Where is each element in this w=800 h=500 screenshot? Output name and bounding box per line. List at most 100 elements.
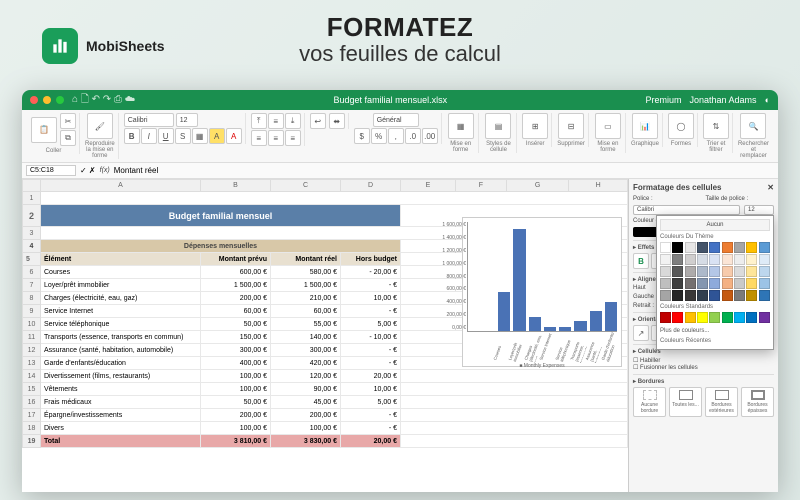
- strike-button[interactable]: S: [175, 128, 191, 144]
- table-row[interactable]: 16Frais médicaux50,00 €45,00 €5,00 €: [23, 396, 628, 409]
- color-swatch[interactable]: [722, 254, 733, 265]
- border-thick[interactable]: Bordures épaisses: [741, 387, 774, 417]
- underline-button[interactable]: U: [158, 128, 174, 144]
- table-row[interactable]: 14Divertissement (films, restaurants)100…: [23, 370, 628, 383]
- shapes-button[interactable]: ◯: [668, 113, 694, 139]
- color-swatch[interactable]: [759, 312, 770, 323]
- color-swatch[interactable]: [685, 266, 696, 277]
- font-select[interactable]: Calibri: [124, 113, 174, 127]
- format-button[interactable]: ▭: [595, 113, 621, 139]
- chart[interactable]: 1 600,00 €1 400,00 €1 200,00 €1 000,00 €…: [462, 217, 622, 367]
- color-swatch[interactable]: [709, 278, 720, 289]
- color-swatch[interactable]: [722, 242, 733, 253]
- border-all[interactable]: Toutes les...: [669, 387, 702, 417]
- color-swatch[interactable]: [697, 266, 708, 277]
- find-button[interactable]: 🔍: [740, 113, 766, 139]
- user-area[interactable]: Premium Jonathan Adams ◐: [645, 95, 770, 105]
- color-none[interactable]: Aucun: [660, 219, 770, 231]
- window-controls[interactable]: [30, 96, 64, 104]
- color-swatch[interactable]: [746, 254, 757, 265]
- italic-button[interactable]: I: [141, 128, 157, 144]
- color-swatch[interactable]: [672, 312, 683, 323]
- bold-button[interactable]: B: [124, 128, 140, 144]
- table-row[interactable]: 17Épargne/investissements200,00 €200,00 …: [23, 409, 628, 422]
- color-swatch[interactable]: [672, 242, 683, 253]
- color-swatch[interactable]: [722, 266, 733, 277]
- wrap-button[interactable]: ↩: [310, 113, 326, 129]
- paste-button[interactable]: 📋: [31, 117, 57, 143]
- sidebar-font[interactable]: Calibri: [633, 205, 740, 215]
- color-swatch[interactable]: [746, 290, 757, 301]
- color-swatch[interactable]: [672, 266, 683, 277]
- sidebar-size[interactable]: 12: [744, 205, 774, 215]
- color-swatch[interactable]: [759, 242, 770, 253]
- color-swatch[interactable]: [660, 278, 671, 289]
- color-swatch[interactable]: [734, 266, 745, 277]
- cell-styles-button[interactable]: ▤: [485, 113, 511, 139]
- color-swatch[interactable]: [697, 242, 708, 253]
- color-swatch[interactable]: [709, 242, 720, 253]
- color-swatch[interactable]: [660, 266, 671, 277]
- color-swatch[interactable]: [709, 290, 720, 301]
- fx-icon[interactable]: f(x): [100, 167, 110, 174]
- color-swatch[interactable]: [660, 254, 671, 265]
- color-swatch[interactable]: [734, 290, 745, 301]
- cond-format-button[interactable]: ▦: [448, 113, 474, 139]
- color-swatch[interactable]: [697, 278, 708, 289]
- color-swatch[interactable]: [734, 278, 745, 289]
- color-swatch[interactable]: [685, 290, 696, 301]
- color-swatch[interactable]: [685, 278, 696, 289]
- align-bot[interactable]: ⤓: [285, 113, 301, 129]
- percent-button[interactable]: %: [371, 128, 387, 144]
- color-swatch[interactable]: [734, 312, 745, 323]
- color-swatch[interactable]: [746, 312, 757, 323]
- spreadsheet[interactable]: ABCDEFGH 1 2Budget familial mensuel 3 4D…: [22, 179, 628, 492]
- bold-icon[interactable]: B: [633, 253, 649, 269]
- color-swatch[interactable]: [759, 254, 770, 265]
- fontsize-select[interactable]: 12: [176, 113, 198, 127]
- cut-button[interactable]: ✂: [60, 113, 76, 129]
- number-format[interactable]: Général: [373, 113, 419, 127]
- color-swatch[interactable]: [660, 242, 671, 253]
- color-swatch[interactable]: [746, 242, 757, 253]
- dec-inc[interactable]: .0: [405, 128, 421, 144]
- close-icon[interactable]: ✕: [767, 183, 774, 192]
- color-swatch[interactable]: [672, 290, 683, 301]
- color-swatch[interactable]: [722, 312, 733, 323]
- color-swatch[interactable]: [734, 242, 745, 253]
- color-swatch[interactable]: [709, 266, 720, 277]
- sort-button[interactable]: ⇅: [703, 113, 729, 139]
- color-swatch[interactable]: [759, 266, 770, 277]
- color-swatch[interactable]: [660, 290, 671, 301]
- cell-reference[interactable]: C5:C18: [26, 165, 76, 176]
- color-swatch[interactable]: [672, 278, 683, 289]
- table-row[interactable]: 18Divers100,00 €100,00 €- €: [23, 422, 628, 435]
- align-right[interactable]: ≡: [285, 130, 301, 146]
- align-center[interactable]: ≡: [268, 130, 284, 146]
- formula-value[interactable]: Montant réel: [114, 166, 158, 175]
- color-swatch[interactable]: [697, 254, 708, 265]
- color-swatch[interactable]: [722, 290, 733, 301]
- color-swatch[interactable]: [722, 278, 733, 289]
- color-swatch[interactable]: [709, 254, 720, 265]
- color-swatch[interactable]: [759, 290, 770, 301]
- fontcolor-button[interactable]: A: [226, 128, 242, 144]
- color-swatch[interactable]: [685, 312, 696, 323]
- fill-button[interactable]: A: [209, 128, 225, 144]
- delete-button[interactable]: ⊟: [558, 113, 584, 139]
- align-top[interactable]: ⤒: [251, 113, 267, 129]
- color-swatch[interactable]: [660, 312, 671, 323]
- titlebar-icons[interactable]: ⌂ 🗋 ↶ ↷ ⎙ ☁: [72, 92, 135, 109]
- color-swatch[interactable]: [746, 278, 757, 289]
- color-swatch[interactable]: [685, 242, 696, 253]
- color-swatch[interactable]: [759, 278, 770, 289]
- color-swatch[interactable]: [746, 266, 757, 277]
- insert-button[interactable]: ⊞: [522, 113, 548, 139]
- color-swatch[interactable]: [685, 254, 696, 265]
- color-swatch[interactable]: [734, 254, 745, 265]
- copy-button[interactable]: ⧉: [60, 130, 76, 146]
- format-painter-button[interactable]: 🖌: [87, 113, 113, 139]
- currency-button[interactable]: $: [354, 128, 370, 144]
- border-none[interactable]: Aucune bordure: [633, 387, 666, 417]
- chart-button[interactable]: 📊: [632, 113, 658, 139]
